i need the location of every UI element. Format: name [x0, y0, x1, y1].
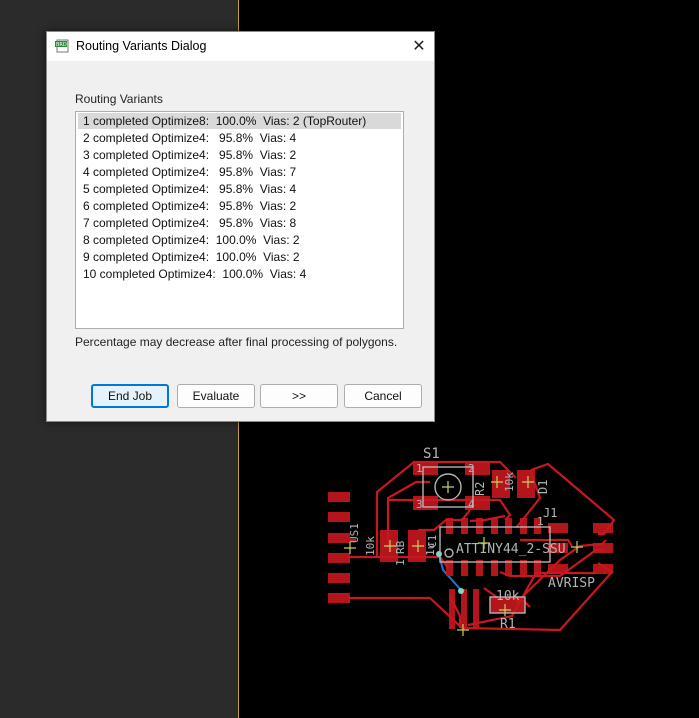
- board-label-r_1: 1: [394, 559, 407, 566]
- copper-trace: [388, 498, 512, 521]
- board-label-rb: RB: [394, 540, 407, 554]
- copper-pad: [476, 518, 483, 534]
- variant-row[interactable]: 7 completed Optimize4: 95.8% Vias: 8: [78, 215, 401, 231]
- variant-row[interactable]: 3 completed Optimize4: 95.8% Vias: 2: [78, 147, 401, 163]
- copper-pad: [461, 589, 467, 629]
- board-label-c1_val: 1u: [424, 543, 437, 556]
- board-label-r2_value: 10k: [503, 472, 516, 492]
- variant-row[interactable]: 6 completed Optimize4: 95.8% Vias: 2: [78, 198, 401, 214]
- copper-pad: [446, 518, 453, 534]
- copper-pad: [491, 518, 498, 534]
- copper-pad: [328, 512, 350, 522]
- board-label-sw_pin4: 4: [468, 498, 475, 511]
- copper-pad: [328, 573, 350, 583]
- evaluate-button[interactable]: Evaluate: [177, 384, 255, 408]
- copper-pad: [548, 523, 568, 533]
- board-label-sw_pin3: 3: [416, 498, 423, 511]
- via: [458, 588, 464, 594]
- copper-pad: [473, 589, 479, 629]
- variant-row[interactable]: 2 completed Optimize4: 95.8% Vias: 4: [78, 130, 401, 146]
- end-job-button[interactable]: End Job: [91, 384, 169, 408]
- close-icon[interactable]: ✕: [404, 32, 434, 61]
- cancel-button[interactable]: Cancel: [344, 384, 422, 408]
- variant-row[interactable]: 1 completed Optimize8: 100.0% Vias: 2 (T…: [78, 113, 401, 129]
- copper-pad: [328, 593, 350, 603]
- routing-variants-list[interactable]: 1 completed Optimize8: 100.0% Vias: 2 (T…: [75, 111, 404, 329]
- board-label-d1: D1: [536, 480, 550, 494]
- copper-pad: [520, 518, 527, 534]
- origin-cross: [442, 481, 454, 493]
- brd-file-icon: BRD: [55, 39, 69, 53]
- copper-pad: [593, 523, 613, 533]
- board-label-j1: J1: [543, 506, 557, 520]
- copper-pad: [328, 492, 350, 502]
- copper-pad: [461, 518, 468, 534]
- board-label-sw_pin2: 2: [468, 462, 475, 475]
- board-label-r_10k: 10k: [364, 536, 377, 556]
- board-label-sw_pin1: 1: [416, 462, 423, 475]
- variant-row[interactable]: 5 completed Optimize4: 95.8% Vias: 4: [78, 181, 401, 197]
- variant-row[interactable]: 8 completed Optimize4: 100.0% Vias: 2: [78, 232, 401, 248]
- board-label-avrisp: AVRISP: [548, 576, 595, 591]
- copper-pad: [449, 589, 455, 629]
- variant-row[interactable]: 10 completed Optimize4: 100.0% Vias: 4: [78, 266, 401, 282]
- board-label-us1: US1: [348, 523, 361, 543]
- copper-pad: [593, 543, 613, 553]
- dialog-titlebar[interactable]: BRD Routing Variants Dialog ✕: [47, 32, 434, 61]
- ic-pin1-mark: [444, 548, 454, 558]
- svg-text:BRD: BRD: [56, 42, 67, 48]
- copper-pad: [328, 533, 350, 543]
- copper-pad: [328, 553, 350, 563]
- copper-pad: [593, 564, 613, 574]
- copper-pad: [548, 564, 568, 574]
- variant-row[interactable]: 9 completed Optimize4: 100.0% Vias: 2: [78, 249, 401, 265]
- board-label-j1_pin: 1: [537, 515, 544, 528]
- copper-trace: [469, 514, 506, 523]
- copper-pad: [505, 518, 512, 534]
- routing-variants-label: Routing Variants: [75, 92, 163, 106]
- percentage-note: Percentage may decrease after final proc…: [75, 335, 398, 349]
- board-label-r2: R2: [473, 482, 487, 496]
- board-label-ic: ATTINY44_2-SSU: [456, 542, 566, 557]
- board-label-r1_value: 10k: [496, 589, 520, 604]
- variant-row[interactable]: 4 completed Optimize4: 95.8% Vias: 7: [78, 164, 401, 180]
- dialog-title: Routing Variants Dialog: [76, 39, 207, 53]
- copper-pad: [517, 470, 535, 498]
- board-label-s1: S1: [423, 446, 440, 462]
- board-label-r1: R1: [500, 617, 516, 632]
- routing-variants-dialog: BRD Routing Variants Dialog ✕ Routing Va…: [46, 31, 435, 422]
- next-button[interactable]: >>: [260, 384, 338, 408]
